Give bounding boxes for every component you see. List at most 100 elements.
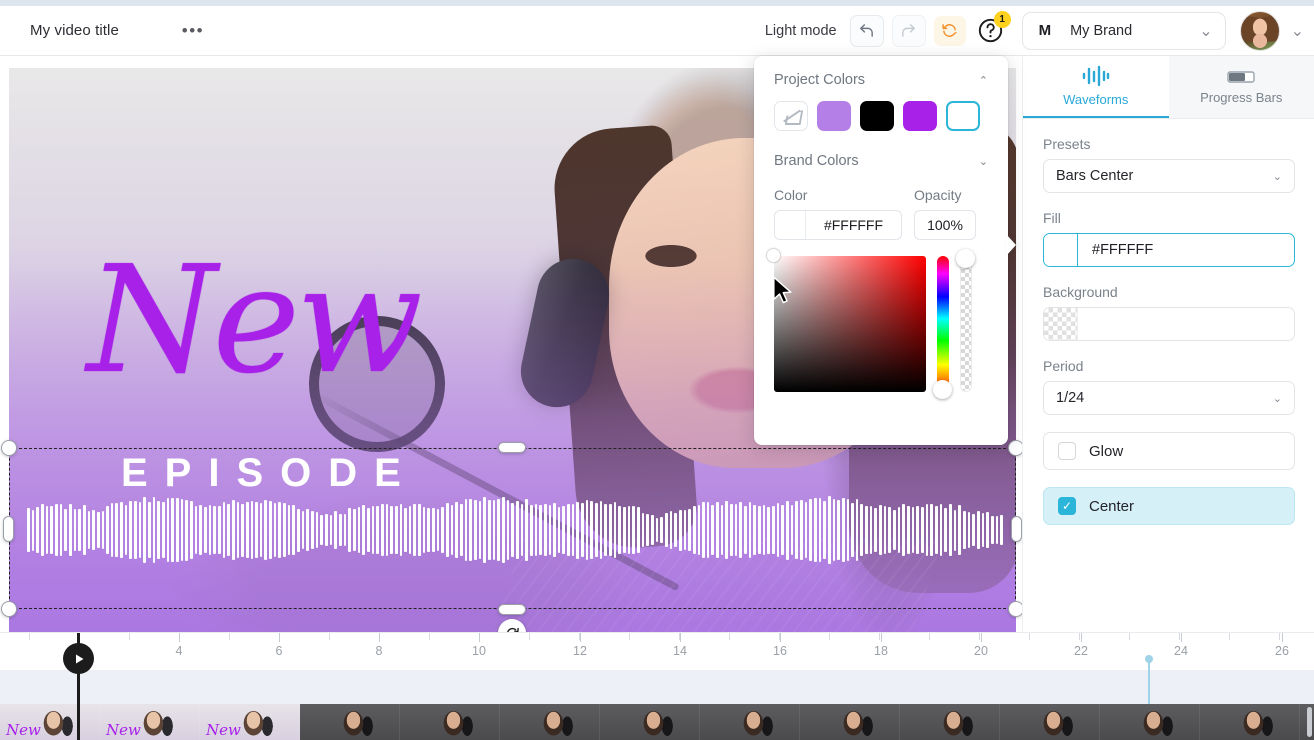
ruler-tick (1279, 633, 1280, 640)
timeline[interactable]: 4 6 8 10 12 14 16 18 20 22 24 26 New New New (0, 632, 1314, 740)
project-colors-header[interactable]: Project Colors ⌃ (774, 72, 988, 88)
waveform-bar (972, 513, 975, 547)
hue-slider-knob[interactable] (933, 380, 952, 399)
resize-handle-top-middle[interactable] (498, 442, 526, 453)
filmstrip-frame[interactable] (400, 704, 500, 740)
filmstrip-frame[interactable] (800, 704, 900, 740)
color-picker-popup[interactable]: Project Colors ⌃ Brand Colors ⌄ Color #F… (754, 56, 1016, 445)
resize-handle-middle-right[interactable] (1011, 516, 1022, 542)
timeline-playhead[interactable] (63, 633, 94, 740)
filmstrip-frame[interactable] (1200, 704, 1300, 740)
waveform-bar (930, 504, 933, 556)
ruler-tick-major (780, 633, 781, 642)
swatch-black[interactable] (860, 101, 894, 131)
waveform-bar (399, 503, 403, 557)
filmstrip-frame[interactable] (500, 704, 600, 740)
alpha-slider[interactable] (956, 249, 975, 392)
resize-handle-middle-left[interactable] (3, 516, 14, 542)
waveform-bar (832, 499, 836, 561)
waveform-bar (669, 510, 673, 550)
refresh-button[interactable] (933, 15, 966, 46)
period-select[interactable]: 1/24 ⌄ (1043, 381, 1295, 415)
filmstrip-frame[interactable] (1100, 704, 1200, 740)
waveform-bar (92, 509, 95, 551)
waveform-bar (394, 506, 398, 554)
project-colors-label: Project Colors (774, 72, 866, 88)
waveform-bar (664, 512, 668, 548)
resize-handle-top-left[interactable] (1, 440, 17, 456)
background-color-chip (1044, 308, 1078, 340)
waveform-bar (436, 508, 440, 552)
ruler-tick-major (279, 633, 280, 642)
play-button[interactable] (63, 643, 94, 674)
timeline-filmstrip[interactable]: New New New (0, 704, 1314, 740)
waveform-bar (571, 504, 575, 556)
glow-toggle-row[interactable]: Glow (1043, 432, 1295, 470)
swatch-white-selected[interactable] (946, 101, 980, 131)
fill-color-input[interactable]: #FFFFFF (1043, 233, 1295, 267)
timeline-ruler[interactable]: 4 6 8 10 12 14 16 18 20 22 24 26 (0, 633, 1314, 671)
waveform-bar (413, 503, 417, 557)
center-toggle-row[interactable]: ✓ Center (1043, 487, 1295, 525)
swatch-light-purple[interactable] (817, 101, 851, 131)
ruler-tick (879, 633, 880, 640)
waveform-element-selection[interactable] (1, 440, 1024, 647)
swatch-no-color[interactable] (774, 101, 808, 131)
account-menu[interactable]: ⌄ (1239, 10, 1304, 51)
presets-select[interactable]: Bars Center ⌄ (1043, 159, 1295, 193)
timeline-scrollbar[interactable] (1307, 707, 1312, 737)
video-title[interactable]: My video title (30, 22, 119, 39)
canvas-title-script[interactable]: New (87, 246, 423, 394)
center-checkbox[interactable]: ✓ (1058, 497, 1076, 515)
ruler-tick (1129, 633, 1130, 640)
tab-waveforms[interactable]: Waveforms (1023, 56, 1169, 118)
alpha-slider-knob[interactable] (956, 249, 975, 268)
background-color-input[interactable] (1043, 307, 1295, 341)
undo-button[interactable] (849, 14, 884, 47)
tab-progress-bars[interactable]: Progress Bars (1168, 56, 1314, 118)
brand-colors-header[interactable]: Brand Colors ⌄ (774, 153, 988, 169)
ruler-tick (629, 633, 630, 640)
saturation-value-knob[interactable] (767, 249, 780, 262)
filmstrip-frame[interactable]: New (0, 704, 100, 740)
filmstrip-frame[interactable] (1000, 704, 1100, 740)
header-right-group: Light mode 1 M My Brand ⌄ ⌄ (765, 10, 1314, 51)
chevron-down-icon: ⌄ (978, 155, 988, 168)
hue-slider[interactable] (933, 256, 952, 399)
ruler-tick (979, 633, 980, 640)
filmstrip-frame[interactable] (900, 704, 1000, 740)
color-hex-input[interactable]: #FFFFFF (774, 210, 902, 240)
undo-arrow-icon (860, 24, 873, 37)
filmstrip-frame[interactable]: New (100, 704, 200, 740)
filmstrip-frame[interactable]: New (200, 704, 300, 740)
swatch-purple[interactable] (903, 101, 937, 131)
waveform-bar (446, 502, 449, 558)
background-label: Background (1043, 284, 1118, 300)
waveform-bar (278, 501, 282, 559)
brand-selector[interactable]: M My Brand ⌄ (1021, 11, 1226, 50)
waveform-bar (702, 502, 705, 558)
glow-checkbox[interactable] (1058, 442, 1076, 460)
filmstrip-frame[interactable] (300, 704, 400, 740)
waveform-bar (176, 498, 179, 562)
waveform-bar (730, 503, 733, 557)
timeline-track-lane[interactable] (0, 671, 1314, 704)
resize-handle-bottom-middle[interactable] (498, 604, 526, 615)
waveform-bar (352, 508, 356, 552)
ruler-label: 18 (874, 644, 888, 658)
waveform-bar (981, 512, 985, 548)
waveform-bar (599, 500, 603, 560)
filmstrip-frame[interactable] (700, 704, 800, 740)
light-mode-label[interactable]: Light mode (765, 23, 837, 39)
resize-handle-bottom-left[interactable] (1, 601, 17, 617)
waveform-bar (501, 497, 505, 563)
redo-button[interactable] (891, 14, 926, 47)
saturation-value-area[interactable] (767, 249, 926, 392)
avatar (1239, 10, 1280, 51)
timeline-marker[interactable] (1145, 655, 1153, 704)
help-button[interactable]: 1 (974, 10, 1011, 47)
more-options-button[interactable]: ••• (179, 19, 207, 43)
filmstrip-frame[interactable] (600, 704, 700, 740)
progress-bar-icon (1227, 71, 1255, 83)
opacity-input[interactable]: 100% (914, 210, 976, 240)
